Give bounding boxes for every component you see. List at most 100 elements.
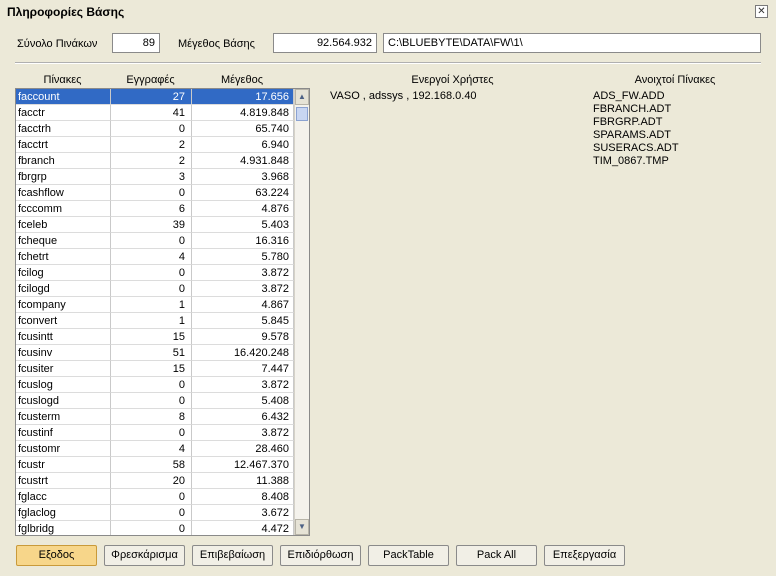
cell-table-name: fcashflow xyxy=(16,185,111,201)
cell-record-count: 0 xyxy=(111,281,192,297)
cell-table-name: fcusiter xyxy=(16,361,111,377)
cell-record-count: 0 xyxy=(111,121,192,137)
cell-size: 16.316 xyxy=(192,233,294,249)
table-row[interactable]: fcccomm 6 4.876 xyxy=(16,201,294,217)
cell-table-name: fconvert xyxy=(16,313,111,329)
table-row[interactable]: fglaclog 0 3.672 xyxy=(16,505,294,521)
cell-table-name: fbrgrp xyxy=(16,169,111,185)
cell-record-count: 39 xyxy=(111,217,192,233)
cell-table-name: fcuslogd xyxy=(16,393,111,409)
cell-table-name: fcompany xyxy=(16,297,111,313)
table-row[interactable]: fglacc 0 8.408 xyxy=(16,489,294,505)
pack-table-button[interactable]: PackTable xyxy=(368,545,449,566)
cell-record-count: 41 xyxy=(111,105,192,121)
open-table-item: SUSERACS.ADT xyxy=(593,142,679,154)
cell-table-name: fcilog xyxy=(16,265,111,281)
cell-table-name: fglaclog xyxy=(16,505,111,521)
table-row[interactable]: fcuslogd 0 5.408 xyxy=(16,393,294,409)
cell-size: 65.740 xyxy=(192,121,294,137)
cell-table-name: fglbridg xyxy=(16,521,111,535)
db-path-field[interactable]: C:\BLUEBYTE\DATA\FW\1\ xyxy=(383,33,761,53)
table-row[interactable]: fcashflow 0 63.224 xyxy=(16,185,294,201)
table-row[interactable]: facctr 41 4.819.848 xyxy=(16,105,294,121)
table-row[interactable]: fcuslog 0 3.872 xyxy=(16,377,294,393)
cell-record-count: 0 xyxy=(111,185,192,201)
table-row[interactable]: fcompany 1 4.867 xyxy=(16,297,294,313)
cell-table-name: fcusterm xyxy=(16,409,111,425)
tables-grid[interactable]: faccount 27 17.656 facctr 41 4.819.848 facctrh… xyxy=(15,88,310,536)
cell-size: 4.472 xyxy=(192,521,294,535)
table-row[interactable]: fbrgrp 3 3.968 xyxy=(16,169,294,185)
cell-record-count: 3 xyxy=(111,169,192,185)
separator xyxy=(15,62,761,64)
table-row[interactable]: fcusiter 15 7.447 xyxy=(16,361,294,377)
repair-button[interactable]: Επιδιόρθωση xyxy=(280,545,361,566)
table-row[interactable]: fcusterm 8 6.432 xyxy=(16,409,294,425)
table-row[interactable]: facctrh 0 65.740 xyxy=(16,121,294,137)
table-row[interactable]: fcustr 58 12.467.370 xyxy=(16,457,294,473)
cell-size: 11.388 xyxy=(192,473,294,489)
cell-size: 3.872 xyxy=(192,265,294,281)
cell-size: 8.408 xyxy=(192,489,294,505)
table-row[interactable]: fchetrt 4 5.780 xyxy=(16,249,294,265)
cell-record-count: 2 xyxy=(111,137,192,153)
table-row[interactable]: fbranch 2 4.931.848 xyxy=(16,153,294,169)
active-user-item: VASO , adssys , 192.168.0.40 xyxy=(330,90,477,102)
cell-size: 5.403 xyxy=(192,217,294,233)
table-row[interactable]: fcustrt 20 11.388 xyxy=(16,473,294,489)
cell-size: 9.578 xyxy=(192,329,294,345)
cell-size: 3.872 xyxy=(192,377,294,393)
refresh-button[interactable]: Φρεσκάρισμα xyxy=(104,545,185,566)
title-bar: Πληροφορίες Βάσης ✕ xyxy=(0,0,776,24)
cell-size: 3.872 xyxy=(192,281,294,297)
cell-size: 28.460 xyxy=(192,441,294,457)
cell-table-name: fcilogd xyxy=(16,281,111,297)
table-row[interactable]: fcustomr 4 28.460 xyxy=(16,441,294,457)
cell-table-name: facctrt xyxy=(16,137,111,153)
cell-size: 5.408 xyxy=(192,393,294,409)
cell-record-count: 1 xyxy=(111,297,192,313)
table-row[interactable]: fcilogd 0 3.872 xyxy=(16,281,294,297)
pack-all-button[interactable]: Pack All xyxy=(456,545,537,566)
cell-size: 4.867 xyxy=(192,297,294,313)
scroll-thumb[interactable] xyxy=(296,107,308,121)
cell-record-count: 51 xyxy=(111,345,192,361)
cell-table-name: fchetrt xyxy=(16,249,111,265)
db-size-field[interactable]: 92.564.932 xyxy=(273,33,377,53)
cell-size: 5.845 xyxy=(192,313,294,329)
verify-button[interactable]: Επιβεβαίωση xyxy=(192,545,273,566)
column-header-tables: Πίνακες xyxy=(43,74,82,86)
arrow-down-icon[interactable]: ▼ xyxy=(295,519,309,535)
table-row[interactable]: facctrt 2 6.940 xyxy=(16,137,294,153)
table-row[interactable]: fglbridg 0 4.472 xyxy=(16,521,294,535)
cell-table-name: fbranch xyxy=(16,153,111,169)
table-row[interactable]: fcustinf 0 3.872 xyxy=(16,425,294,441)
column-header-size: Μέγεθος xyxy=(220,74,263,86)
tables-count-field[interactable]: 89 xyxy=(112,33,160,53)
cell-record-count: 0 xyxy=(111,377,192,393)
cell-table-name: fcustrt xyxy=(16,473,111,489)
open-tables-header: Ανοιχτοί Πίνακες xyxy=(634,74,716,86)
cell-record-count: 27 xyxy=(111,89,192,105)
exit-button[interactable]: Εξοδος xyxy=(16,545,97,566)
close-icon[interactable]: ✕ xyxy=(755,5,768,18)
table-row[interactable]: fceleb 39 5.403 xyxy=(16,217,294,233)
table-row[interactable]: fcilog 0 3.872 xyxy=(16,265,294,281)
vertical-scrollbar[interactable]: ▲ ▼ xyxy=(294,89,309,535)
cell-size: 12.467.370 xyxy=(192,457,294,473)
table-row[interactable]: fcheque 0 16.316 xyxy=(16,233,294,249)
table-row[interactable]: faccount 27 17.656 xyxy=(16,89,294,105)
open-tables-list: ADS_FW.ADD FBRANCH.ADT FBRGRP.ADT SPARAM… xyxy=(593,90,679,168)
table-row[interactable]: fconvert 1 5.845 xyxy=(16,313,294,329)
cell-table-name: fcheque xyxy=(16,233,111,249)
cell-record-count: 0 xyxy=(111,521,192,535)
arrow-up-icon[interactable]: ▲ xyxy=(295,89,309,105)
edit-button[interactable]: Επεξεργασία xyxy=(544,545,625,566)
table-row[interactable]: fcusinv 51 16.420.248 xyxy=(16,345,294,361)
cell-table-name: faccount xyxy=(16,89,111,105)
window-title: Πληροφορίες Βάσης xyxy=(7,5,125,19)
cell-table-name: fcustinf xyxy=(16,425,111,441)
table-row[interactable]: fcusintt 15 9.578 xyxy=(16,329,294,345)
open-table-item: SPARAMS.ADT xyxy=(593,129,672,141)
cell-record-count: 0 xyxy=(111,265,192,281)
